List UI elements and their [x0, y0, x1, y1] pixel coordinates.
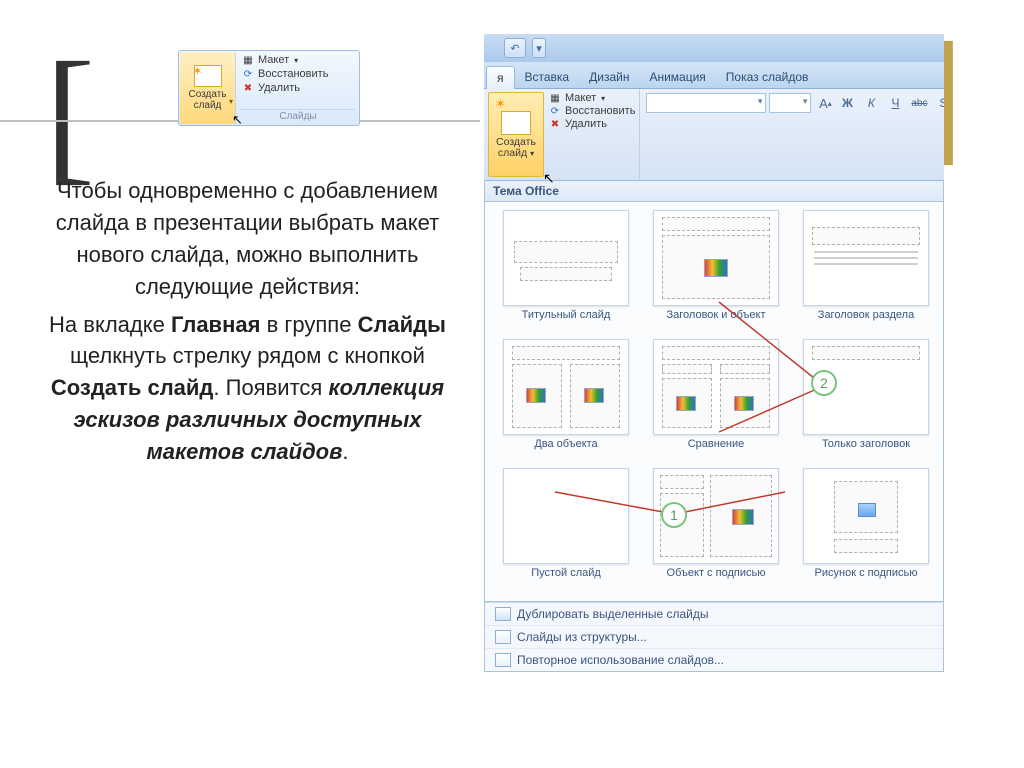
ribbon-tabs: я Вставка Дизайн Анимация Показ слайдов: [484, 62, 944, 89]
quick-access-toolbar: ↶ ▾: [484, 34, 944, 62]
new-slide-icon: ✶: [501, 111, 531, 135]
layout-two-content[interactable]: Два объекта: [503, 339, 629, 462]
qat-more-button[interactable]: ▾: [532, 38, 546, 58]
layout-content-caption[interactable]: Объект с подписью: [653, 468, 779, 591]
delete-icon: ✖: [548, 118, 562, 130]
outline-icon: [495, 630, 511, 644]
delete-button[interactable]: ✖Удалить: [241, 82, 355, 94]
layout-picture-caption[interactable]: Рисунок с подписью: [803, 468, 929, 591]
restore-icon: ⟳: [548, 105, 562, 117]
bold-button[interactable]: Ж: [836, 93, 858, 113]
new-slide-icon: ✶: [194, 65, 222, 87]
layout-button[interactable]: ▦Макет ▾: [241, 54, 355, 66]
tab-animation[interactable]: Анимация: [639, 66, 715, 88]
layout-title-only[interactable]: Только заголовок: [803, 339, 929, 462]
restore-label: Восстановить: [258, 68, 328, 80]
layout-section-header[interactable]: Заголовок раздела: [803, 210, 929, 333]
undo-button[interactable]: ↶: [504, 38, 526, 58]
cursor-icon: ↖: [543, 170, 555, 187]
delete-icon: ✖: [241, 82, 255, 94]
cursor-icon: ↖: [232, 112, 243, 128]
layout-title-slide[interactable]: Титульный слайд: [503, 210, 629, 333]
layout-label: Макет: [258, 54, 289, 66]
group-label: Слайды: [241, 109, 355, 122]
tab-slideshow[interactable]: Показ слайдов: [716, 66, 819, 88]
grow-font-button[interactable]: A▴: [814, 93, 836, 113]
restore-button[interactable]: ⟳Восстановить: [548, 105, 635, 117]
ribbon-snippet: ✶ Создатьслайд ▾ ▦Макет ▾ ⟳Восстановить …: [178, 50, 360, 126]
layout-button[interactable]: ▦Макет ▾: [548, 92, 635, 104]
layout-blank[interactable]: Пустой слайд: [503, 468, 629, 591]
layout-gallery: Титульный слайд Заголовок и объект Загол…: [484, 202, 944, 602]
italic-button[interactable]: К: [860, 93, 882, 113]
delete-button[interactable]: ✖Удалить: [548, 118, 635, 130]
body-text: Чтобы одновременно с добавлением слайда …: [25, 175, 470, 474]
font-family-combo[interactable]: [646, 93, 766, 113]
dropdown-arrow-icon: ▾: [229, 97, 233, 106]
new-slide-button-small[interactable]: ✶ Создатьслайд ▾: [180, 52, 236, 124]
reuse-slides-button[interactable]: Повторное использование слайдов...: [485, 648, 943, 671]
font-size-combo[interactable]: [769, 93, 811, 113]
powerpoint-panel: ↶ ▾ я Вставка Дизайн Анимация Показ слай…: [484, 34, 944, 754]
ribbon-body: ✶ Создатьслайд ▾ ▦Макет ▾ ⟳Восстановить …: [484, 89, 944, 181]
restore-button[interactable]: ⟳Восстановить: [241, 68, 355, 80]
delete-label: Удалить: [258, 82, 300, 94]
shadow-button[interactable]: S: [932, 93, 944, 113]
tab-home[interactable]: я: [486, 66, 515, 89]
duplicate-slides-button[interactable]: Дублировать выделенные слайды: [485, 603, 943, 625]
group-font: A▴ Ж К Ч abc S AV↔ Aa: [640, 89, 944, 180]
bracket-left: [: [45, 40, 95, 190]
layout-title-content[interactable]: Заголовок и объект: [653, 210, 779, 333]
reuse-icon: [495, 653, 511, 667]
restore-icon: ⟳: [241, 68, 255, 80]
layout-comparison[interactable]: Сравнение: [653, 339, 779, 462]
tab-design[interactable]: Дизайн: [579, 66, 639, 88]
underline-button[interactable]: Ч: [884, 93, 906, 113]
new-slide-label: Создатьслайд ▾: [496, 137, 536, 159]
tab-insert[interactable]: Вставка: [515, 66, 580, 88]
slides-from-outline-button[interactable]: Слайды из структуры...: [485, 625, 943, 648]
layout-icon: ▦: [548, 92, 562, 104]
gallery-footer: Дублировать выделенные слайды Слайды из …: [484, 602, 944, 672]
layout-icon: ▦: [241, 54, 255, 66]
duplicate-icon: [495, 607, 511, 621]
new-slide-label: Создатьслайд: [188, 89, 226, 111]
strike-button[interactable]: abc: [908, 93, 930, 113]
group-slides: ✶ Создатьслайд ▾ ▦Макет ▾ ⟳Восстановить …: [484, 89, 640, 180]
new-slide-button[interactable]: ✶ Создатьслайд ▾: [488, 92, 544, 177]
